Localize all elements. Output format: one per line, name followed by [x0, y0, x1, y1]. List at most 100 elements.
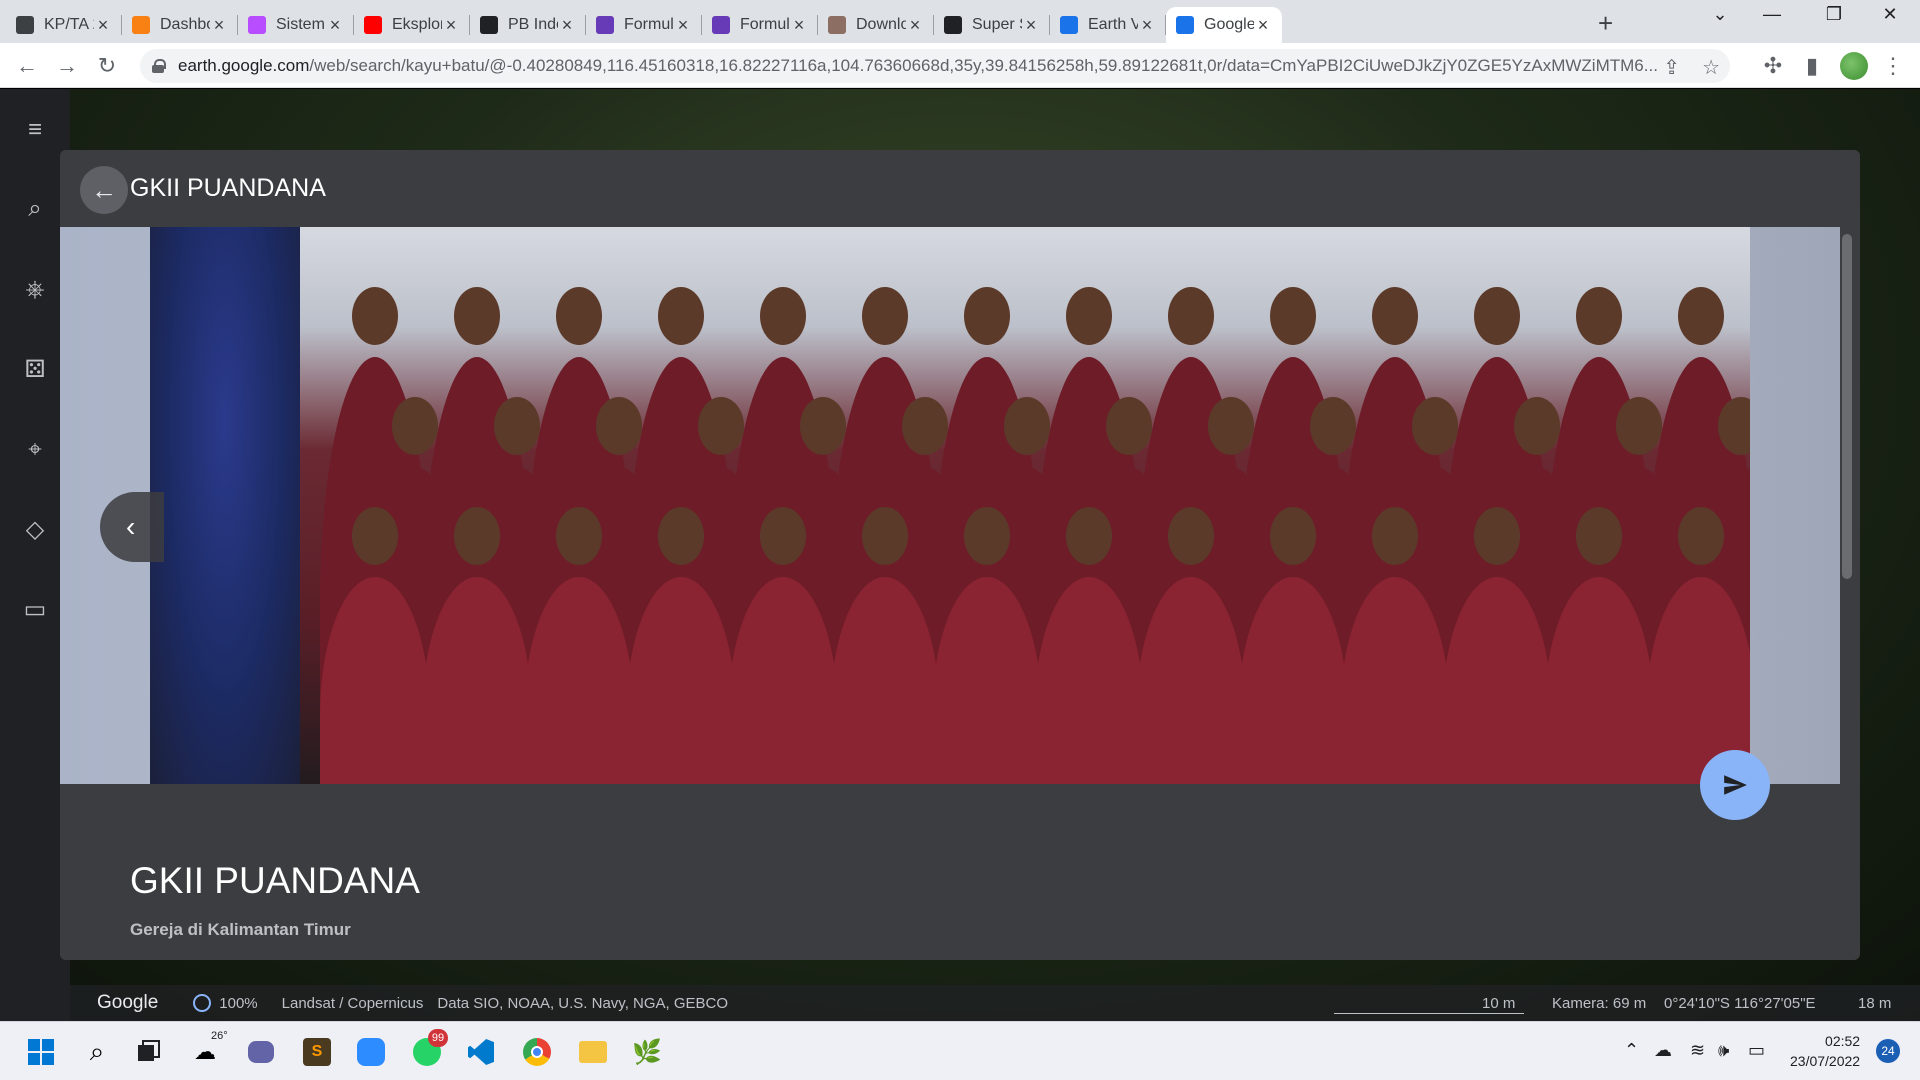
new-tab-button[interactable]: + — [1598, 8, 1613, 39]
measure-ruler-icon[interactable]: ▭ — [20, 595, 50, 625]
vscode-icon[interactable] — [464, 1035, 498, 1069]
projects-pin-icon[interactable]: ⌖ — [20, 435, 50, 465]
elevation: 18 m — [1858, 994, 1892, 1012]
volume-icon[interactable]: 🕪 — [1718, 1040, 1729, 1061]
browser-tab[interactable]: Formulir× — [702, 7, 818, 43]
browser-tab[interactable]: Dashboar× — [122, 7, 238, 43]
python-plant-icon[interactable]: 🌿 — [630, 1035, 664, 1069]
person-head — [1066, 287, 1112, 345]
person-head — [760, 287, 806, 345]
reload-icon[interactable]: ↻ — [92, 51, 122, 81]
address-bar[interactable]: earth.google.com/web/search/kayu+batu/@-… — [140, 49, 1730, 83]
photo-carousel[interactable]: ‹ — [60, 227, 1840, 784]
person-head — [454, 287, 500, 345]
clock-time: 02:52 — [1825, 1033, 1861, 1049]
tab-search-icon[interactable]: ⌄ — [1700, 4, 1740, 25]
share-icon[interactable]: ⇪ — [1663, 55, 1680, 80]
profile-avatar[interactable] — [1840, 52, 1868, 80]
person-head — [1412, 397, 1458, 455]
windows-start-icon[interactable] — [24, 1035, 58, 1069]
windows-taskbar: ⌕ ☁ 26° S 99 🌿 ⌃ ☁ ≋ 🕪 ▭ 02:52 23/07/2022… — [0, 1021, 1920, 1080]
close-window-button[interactable]: ✕ — [1870, 4, 1910, 25]
task-view-icon[interactable] — [132, 1035, 166, 1069]
person-head — [352, 287, 398, 345]
panel-header: ← GKII PUANDANA — [60, 150, 1860, 227]
weather-icon[interactable]: ☁ 26° — [188, 1030, 228, 1069]
battery-icon[interactable]: ▭ — [1748, 1040, 1765, 1061]
teams-chat-icon[interactable] — [244, 1035, 278, 1069]
loading-ring-icon — [193, 994, 212, 1012]
menu-icon[interactable]: ⋮ — [1878, 51, 1908, 81]
person-head — [352, 507, 398, 565]
browser-tab[interactable]: Earth Ver× — [1050, 7, 1166, 43]
weather-temp: 26° — [211, 1030, 228, 1042]
side-panel-icon[interactable]: ▮ — [1797, 51, 1827, 81]
forward-icon[interactable]: → — [52, 51, 82, 81]
panel-scrollbar[interactable] — [1842, 234, 1852, 579]
tab-title: Formulir — [740, 16, 790, 33]
browser-tab[interactable]: KP/TA 22× — [6, 7, 122, 43]
share-button[interactable] — [1700, 750, 1770, 820]
panel-header-title: GKII PUANDANA — [130, 174, 326, 202]
close-tab-icon[interactable]: × — [790, 15, 808, 36]
close-tab-icon[interactable]: × — [442, 15, 460, 36]
person-head — [964, 287, 1010, 345]
browser-tab[interactable]: Sistem In× — [238, 7, 354, 43]
clock[interactable]: 02:52 23/07/2022 — [1790, 1031, 1860, 1071]
close-tab-icon[interactable]: × — [326, 15, 344, 36]
close-tab-icon[interactable]: × — [906, 15, 924, 36]
browser-tab[interactable]: Eksplora× — [354, 7, 470, 43]
notification-count[interactable]: 24 — [1876, 1039, 1900, 1063]
browser-tab[interactable]: Downloa× — [818, 7, 934, 43]
browser-tab[interactable]: PB Indon× — [470, 7, 586, 43]
lock-icon[interactable] — [152, 59, 166, 73]
wifi-icon[interactable]: ≋ — [1690, 1040, 1705, 1061]
sublime-text-icon[interactable]: S — [300, 1035, 334, 1069]
browser-tab[interactable]: Formulir× — [586, 7, 702, 43]
taskbar-search-icon[interactable]: ⌕ — [80, 1035, 114, 1069]
minimize-button[interactable]: — — [1752, 4, 1792, 25]
close-tab-icon[interactable]: × — [1022, 15, 1040, 36]
tray-chevron-icon[interactable]: ⌃ — [1624, 1040, 1639, 1061]
tab-title: Eksplora — [392, 16, 442, 33]
person-head — [1270, 287, 1316, 345]
person-head — [1576, 507, 1622, 565]
url-text[interactable]: earth.google.com/web/search/kayu+batu/@-… — [178, 56, 1658, 76]
close-tab-icon[interactable]: × — [1254, 15, 1272, 36]
photo-prev-button[interactable]: ‹ — [100, 492, 164, 562]
tab-title: Super So — [972, 16, 1022, 33]
feeling-lucky-dice-icon[interactable]: ⚄ — [20, 355, 50, 385]
christmas-tree-image-region — [150, 227, 300, 784]
close-tab-icon[interactable]: × — [210, 15, 228, 36]
close-tab-icon[interactable]: × — [94, 15, 112, 36]
panel-back-button[interactable]: ← — [80, 166, 128, 214]
close-tab-icon[interactable]: × — [1138, 15, 1156, 36]
chrome-icon[interactable] — [520, 1035, 554, 1069]
bookmark-star-icon[interactable]: ☆ — [1702, 55, 1720, 80]
hamburger-menu-icon[interactable]: ≡ — [20, 115, 50, 145]
zoom-app-icon[interactable] — [354, 1035, 388, 1069]
scale-label: 10 m — [1482, 994, 1516, 1012]
browser-tab[interactable]: Super So× — [934, 7, 1050, 43]
earth-view[interactable]: ≡ ⌕ ⎈ ⚄ ⌖ ◇ ▭ ← GKII PUANDANA ‹ GKII PUA… — [0, 89, 1920, 1021]
voyager-icon[interactable]: ⎈ — [20, 275, 50, 305]
place-photo[interactable] — [150, 227, 1750, 784]
close-tab-icon[interactable]: × — [558, 15, 576, 36]
browser-tab[interactable]: Google E× — [1166, 7, 1282, 43]
back-icon[interactable]: ← — [12, 51, 42, 81]
map-style-layers-icon[interactable]: ◇ — [20, 515, 50, 545]
file-explorer-icon[interactable] — [576, 1035, 610, 1069]
place-subtitle: Gereja di Kalimantan Timur — [130, 920, 351, 939]
tab-title: Formulir — [624, 16, 674, 33]
imagery-credit[interactable]: Landsat / Copernicus — [282, 995, 424, 1012]
whatsapp-icon[interactable]: 99 — [410, 1029, 448, 1069]
search-icon[interactable]: ⌕ — [20, 194, 50, 224]
clock-date: 23/07/2022 — [1790, 1053, 1861, 1069]
extensions-icon[interactable]: ✣ — [1758, 51, 1788, 81]
person-head — [1310, 397, 1356, 455]
data-credits[interactable]: Data SIO, NOAA, U.S. Navy, NGA, GEBCO — [437, 995, 728, 1012]
restore-button[interactable]: ❐ — [1814, 4, 1854, 25]
close-tab-icon[interactable]: × — [674, 15, 692, 36]
person-head — [1066, 507, 1112, 565]
onedrive-icon[interactable]: ☁ — [1654, 1040, 1672, 1061]
